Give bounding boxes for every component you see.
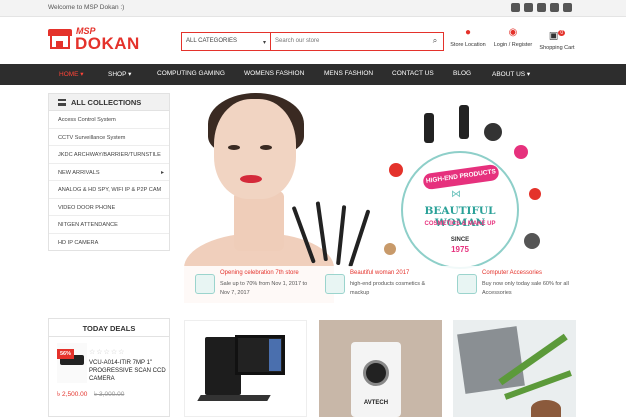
powder-icon xyxy=(384,243,396,255)
sidebar-item-cctv[interactable]: CCTV Surveillance System xyxy=(49,129,169,146)
nav-about-us[interactable]: ABOUT US ▾ xyxy=(492,70,530,78)
welcome-message: Welcome to MSP Dokan :) xyxy=(48,4,125,11)
store-location-link[interactable]: ● Store Location xyxy=(449,27,487,48)
chevron-right-icon: ▸ xyxy=(160,169,164,176)
rating-stars: ☆☆☆☆☆ xyxy=(89,349,126,356)
map-pin-icon: ● xyxy=(464,27,472,38)
site-header: MSP DOKAN ALL CATEGORIES ▾ Search our st… xyxy=(0,17,626,64)
login-register-label: Login / Register xyxy=(493,42,533,48)
compact-icon xyxy=(524,233,540,249)
nav-womens-fashion[interactable]: WOMENS FASHION xyxy=(244,70,304,77)
user-icon: ◉ xyxy=(508,27,518,38)
camera-lens xyxy=(363,360,389,386)
mascara-icon xyxy=(424,113,434,143)
site-logo[interactable]: MSP DOKAN xyxy=(48,26,140,54)
sale-badge: 56% xyxy=(57,349,75,359)
mascara-icon xyxy=(459,105,469,139)
sidebar-title: ALL COLLECTIONS xyxy=(71,98,142,107)
lipstick-icon xyxy=(514,145,528,159)
monitor-screen xyxy=(269,339,281,371)
logo-dokan: DOKAN xyxy=(75,34,140,53)
badge-since: SINCE xyxy=(450,237,470,243)
nav-contact-us[interactable]: CONTACT US xyxy=(392,70,434,77)
bow-icon: ⋈ xyxy=(451,189,461,200)
cart-count: 0 xyxy=(558,30,566,36)
nav-blog[interactable]: BLOG xyxy=(453,70,471,77)
sidebar-item-nitgen[interactable]: NITGEN ATTENDANCE xyxy=(49,216,169,234)
promo-title: Opening celebration 7th store xyxy=(220,270,299,276)
product-tile-turnstile[interactable] xyxy=(453,320,576,417)
makeup-brush-icon xyxy=(348,209,371,268)
compact-icon xyxy=(484,123,502,141)
deals-title: TODAY DEALS xyxy=(49,319,169,337)
store-location-label: Store Location xyxy=(450,42,486,48)
google-plus-icon[interactable] xyxy=(537,3,546,12)
deal-product-name[interactable]: VCU-A014-ITIR 7MP 1" PROGRESSIVE SCAN CC… xyxy=(89,359,167,383)
shopping-cart-label: Shopping Cart xyxy=(539,45,575,52)
social-links xyxy=(511,3,572,12)
promo-title: Computer Accessories xyxy=(482,270,543,276)
deal-old-price: ৳ 3,000.00 xyxy=(94,391,125,398)
nav-computing-gaming[interactable]: COMPUTING GAMING xyxy=(157,70,225,77)
facebook-icon[interactable] xyxy=(524,3,533,12)
cosmetics-icon xyxy=(325,274,345,294)
lipstick-icon xyxy=(389,163,403,177)
search-bar: ALL CATEGORIES ▾ Search our store ⌕ xyxy=(181,32,444,51)
badge-top-text: HIGH-END PRODUCTS xyxy=(422,163,500,191)
model-neck xyxy=(234,191,284,251)
collections-sidebar: ALL COLLECTIONS Access Control System CC… xyxy=(48,93,170,251)
sidebar-item-access-control[interactable]: Access Control System xyxy=(49,111,169,129)
barrier-icon xyxy=(457,326,525,394)
model-eye xyxy=(260,145,272,150)
search-input[interactable]: Search our store xyxy=(271,33,427,50)
nav-home[interactable]: HOME ▾ xyxy=(59,70,84,78)
hero-badge: HIGH-END PRODUCTS ⋈ BEAUTIFUL WOMAN COSM… xyxy=(401,151,519,269)
model-face xyxy=(214,99,296,199)
badge-sub-text: COSMETICS & MAKE UP xyxy=(424,221,496,227)
sidebar-item-video-door-phone[interactable]: VIDEO DOOR PHONE xyxy=(49,199,169,216)
twitter-icon[interactable] xyxy=(511,3,520,12)
instagram-icon[interactable] xyxy=(550,3,559,12)
login-register-link[interactable]: ◉ Login / Register xyxy=(493,27,533,48)
product-brand-label: AVTECH xyxy=(363,400,389,406)
main-nav: HOME ▾ SHOP ▾ COMPUTING GAMING WOMENS FA… xyxy=(0,64,626,85)
keyboard-icon xyxy=(197,395,271,401)
sidebar-item-jkdc[interactable]: JKDC ARCHWAY/BARRIER/TURNSTILE xyxy=(49,146,169,164)
lipstick-icon xyxy=(529,188,541,200)
store-icon xyxy=(195,274,215,294)
sidebar-item-analog-hd[interactable]: ANALOG & HD SPY, WIFI IP & P2P CAM xyxy=(49,181,169,199)
nav-mens-fashion[interactable]: MENS FASHION xyxy=(324,70,373,77)
sidebar-header: ALL COLLECTIONS xyxy=(49,94,169,111)
deal-price: ৳ 2,500.00 xyxy=(57,391,88,398)
top-bar: Welcome to MSP Dokan :) xyxy=(0,0,626,17)
promo-desc: Sale up to 70% from Nov 1, 2017 to Nov 7… xyxy=(220,281,308,296)
badge-year: 1975 xyxy=(451,245,469,254)
promo-strip: Opening celebration 7th store Sale up to… xyxy=(184,266,576,306)
model-lips xyxy=(240,175,262,183)
sidebar-item-new-arrivals[interactable]: NEW ARRIVALS ▸ xyxy=(49,164,169,181)
promo-title: Beautiful woman 2017 xyxy=(350,270,410,276)
product-tile-camera[interactable]: AVTECH xyxy=(319,320,442,417)
makeup-brush-icon xyxy=(336,205,347,266)
promo-desc: high-end products cosmetics & mackup xyxy=(350,281,426,296)
promo-desc: Buy now only today sale 60% for all Acce… xyxy=(482,281,569,296)
model-eye xyxy=(228,145,240,150)
shopping-cart-link[interactable]: ▣ 0 Shopping Cart xyxy=(538,27,576,51)
youtube-icon[interactable] xyxy=(563,3,572,12)
product-tile-computer[interactable] xyxy=(184,320,307,417)
product-detail xyxy=(531,400,561,417)
computer-accessories-icon xyxy=(457,274,477,294)
store-icon xyxy=(48,29,72,49)
nav-shop[interactable]: SHOP ▾ xyxy=(108,70,131,78)
menu-icon xyxy=(58,99,66,106)
cart-icon: ▣ 0 xyxy=(548,30,566,42)
today-deals: TODAY DEALS 56% ☆☆☆☆☆ VCU-A014-ITIR 7MP … xyxy=(48,318,170,417)
search-icon[interactable]: ⌕ xyxy=(427,33,443,50)
category-select[interactable]: ALL CATEGORIES ▾ xyxy=(182,33,271,50)
category-select-value: ALL CATEGORIES xyxy=(186,38,238,44)
sidebar-item-hd-ip-camera[interactable]: HD IP CAMERA xyxy=(49,234,169,252)
caret-down-icon: ▾ xyxy=(262,40,266,46)
